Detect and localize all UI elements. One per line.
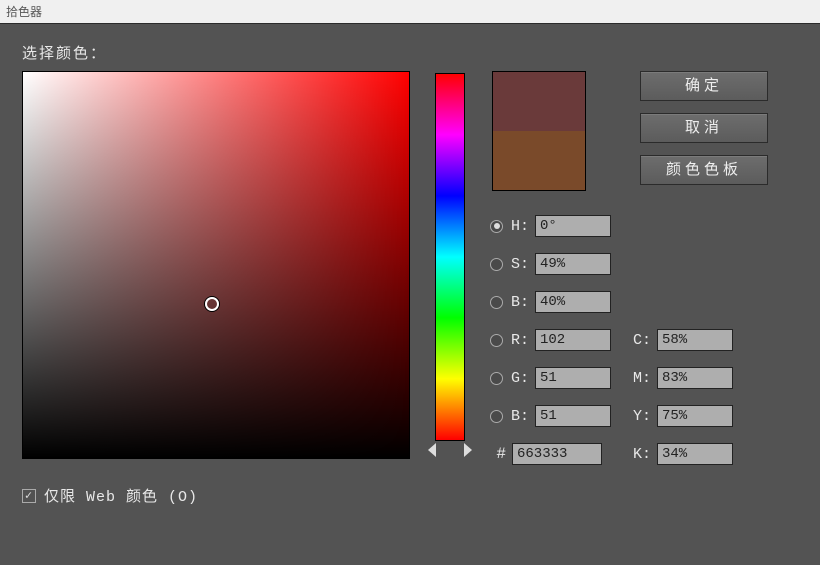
cancel-button[interactable]: 取消	[640, 113, 768, 143]
input-y[interactable]: 75%	[657, 405, 733, 427]
radio-r[interactable]	[490, 334, 503, 347]
new-color-swatch[interactable]	[493, 72, 585, 131]
color-swatch-pair	[492, 71, 586, 191]
label-r: R:	[509, 332, 529, 349]
swatches-button[interactable]: 颜色色板	[640, 155, 768, 185]
radio-b[interactable]	[490, 296, 503, 309]
input-brgb[interactable]: 51	[535, 405, 611, 427]
radio-g[interactable]	[490, 372, 503, 385]
hue-handle[interactable]	[428, 443, 472, 457]
select-color-label: 选择颜色：	[22, 42, 798, 63]
radio-h[interactable]	[490, 220, 503, 233]
label-h: H:	[509, 218, 529, 235]
input-hex[interactable]: 663333	[512, 443, 602, 465]
saturation-value-field[interactable]	[22, 71, 410, 459]
label-s: S:	[509, 256, 529, 273]
window-titlebar: 拾色器	[0, 0, 820, 24]
hue-tri-left-icon	[428, 443, 436, 457]
input-g[interactable]: 51	[535, 367, 611, 389]
label-k: K:	[631, 446, 651, 463]
label-bhsb: B:	[509, 294, 529, 311]
input-k[interactable]: 34%	[657, 443, 733, 465]
hsb-rgb-column: H: 0° S: 49% B: 40% R:	[490, 213, 611, 467]
label-c: C:	[631, 332, 651, 349]
input-s[interactable]: 49%	[535, 253, 611, 275]
input-h[interactable]: 0°	[535, 215, 611, 237]
web-only-label: 仅限 Web 颜色 (O)	[44, 485, 198, 506]
hash-label: #	[490, 445, 506, 463]
input-bhsb[interactable]: 40%	[535, 291, 611, 313]
label-brgb: B:	[509, 408, 529, 425]
hue-slider[interactable]	[435, 73, 465, 441]
hue-tri-right-icon	[464, 443, 472, 457]
radio-brgb[interactable]	[490, 410, 503, 423]
current-color-swatch[interactable]	[493, 131, 585, 190]
input-m[interactable]: 83%	[657, 367, 733, 389]
input-c[interactable]: 58%	[657, 329, 733, 351]
sv-marker[interactable]	[205, 297, 219, 311]
input-r[interactable]: 102	[535, 329, 611, 351]
label-g: G:	[509, 370, 529, 387]
hue-column	[428, 71, 472, 467]
label-y: Y:	[631, 408, 651, 425]
dialog-content: 选择颜色： 确定 取消 颜色色板	[0, 24, 820, 524]
label-m: M:	[631, 370, 651, 387]
web-only-checkbox[interactable]: ✓	[22, 489, 36, 503]
window-title: 拾色器	[6, 5, 42, 19]
cmyk-column: C: 58% M: 83% Y: 75% K: 34%	[631, 327, 733, 467]
ok-button[interactable]: 确定	[640, 71, 768, 101]
web-only-row: ✓ 仅限 Web 颜色 (O)	[22, 485, 798, 506]
radio-s[interactable]	[490, 258, 503, 271]
